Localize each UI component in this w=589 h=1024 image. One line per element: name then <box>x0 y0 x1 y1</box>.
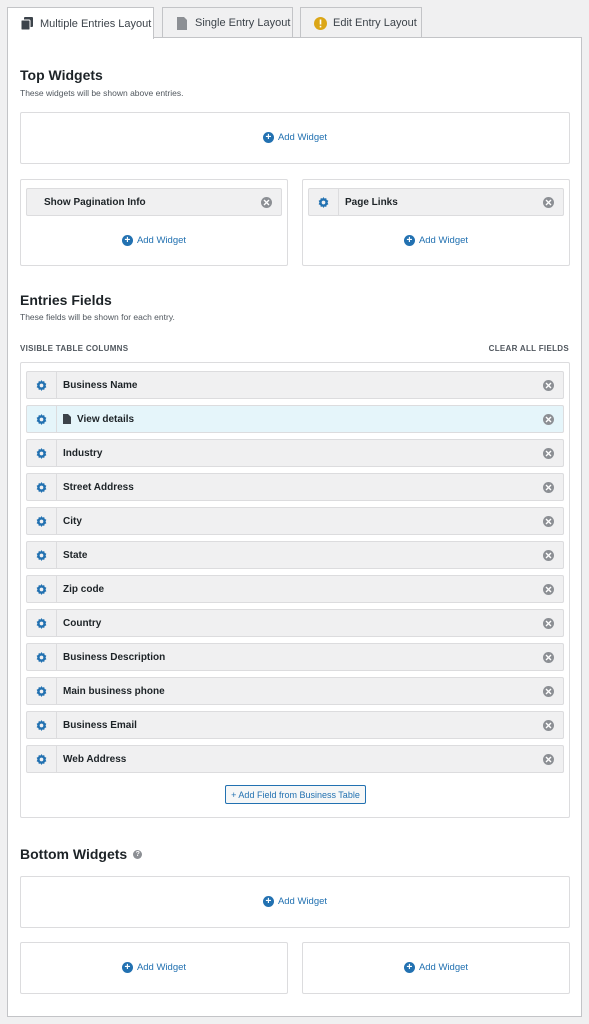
remove-icon[interactable] <box>543 652 554 663</box>
top-widgets-title: Top Widgets <box>20 67 103 83</box>
tab-multiple-entries-layout[interactable]: Multiple Entries Layout <box>7 7 154 39</box>
entries-fields-title: Entries Fields <box>20 292 112 308</box>
tab-label: Edit Entry Layout <box>333 17 417 29</box>
gear-icon[interactable] <box>27 406 57 432</box>
field-row[interactable]: State <box>26 541 564 569</box>
plus-circle-icon: + <box>262 896 274 907</box>
warning-icon <box>313 16 327 30</box>
gear-icon[interactable] <box>27 508 57 534</box>
document-icon <box>63 414 77 424</box>
gear-icon[interactable] <box>27 746 57 772</box>
gear-icon[interactable] <box>27 440 57 466</box>
field-row[interactable]: Business Email <box>26 711 564 739</box>
remove-icon[interactable] <box>543 380 554 391</box>
field-label: View details <box>57 414 563 425</box>
entries-fields-subtitle: These fields will be shown for each entr… <box>20 312 175 322</box>
gear-icon[interactable] <box>27 372 57 398</box>
clear-all-fields-link[interactable]: CLEAR ALL FIELDS <box>489 344 569 353</box>
field-label: Street Address <box>63 481 134 493</box>
tab-label: Multiple Entries Layout <box>40 17 152 30</box>
bottom-widget-area-full: + Add Widget <box>20 876 570 928</box>
add-widget-button[interactable]: + Add Widget <box>21 132 569 143</box>
top-widget-area-left: Show Pagination Info + Add Widget <box>20 179 288 266</box>
field-row[interactable]: Business Description <box>26 643 564 671</box>
gear-icon[interactable] <box>27 542 57 568</box>
remove-icon[interactable] <box>543 754 554 765</box>
field-label: Business Description <box>63 651 166 663</box>
gear-icon[interactable] <box>27 474 57 500</box>
plus-circle-icon: + <box>262 132 274 143</box>
field-row[interactable]: Web Address <box>26 745 564 773</box>
field-row[interactable]: Country <box>26 609 564 637</box>
layout-tabs: Multiple Entries Layout Single Entry Lay… <box>7 7 582 39</box>
field-label: State <box>63 549 88 561</box>
add-widget-button[interactable]: + Add Widget <box>303 235 569 246</box>
plus-circle-icon: + <box>121 962 133 973</box>
bottom-widgets-title: Bottom Widgets? <box>20 846 143 862</box>
remove-icon[interactable] <box>261 197 272 208</box>
gear-icon[interactable] <box>27 610 57 636</box>
add-widget-button[interactable]: + Add Widget <box>21 962 287 973</box>
add-widget-button[interactable]: + Add Widget <box>303 962 569 973</box>
gear-icon[interactable] <box>27 644 57 670</box>
field-label: Main business phone <box>63 685 165 697</box>
remove-icon[interactable] <box>543 618 554 629</box>
bottom-widget-area-left: + Add Widget <box>20 942 288 994</box>
plus-circle-icon: + <box>403 235 415 246</box>
field-row[interactable]: Main business phone <box>26 677 564 705</box>
remove-icon[interactable] <box>543 448 554 459</box>
remove-icon[interactable] <box>543 584 554 595</box>
field-label: Business Email <box>63 719 137 731</box>
document-icon <box>175 16 189 30</box>
remove-icon[interactable] <box>543 720 554 731</box>
remove-icon[interactable] <box>543 414 554 425</box>
gear-icon[interactable] <box>309 189 339 215</box>
tab-edit-entry-layout[interactable]: Edit Entry Layout <box>300 7 422 38</box>
field-label: Web Address <box>63 753 127 765</box>
visible-table-columns-label: VISIBLE TABLE COLUMNS <box>20 344 129 353</box>
widget-show-pagination-info[interactable]: Show Pagination Info <box>26 188 282 216</box>
entries-fields-area: Business Name View details Industry Street … <box>20 362 570 818</box>
gear-icon[interactable] <box>27 712 57 738</box>
bottom-widget-area-right: + Add Widget <box>302 942 570 994</box>
copy-icon <box>20 17 34 31</box>
field-label: Business Name <box>63 379 138 391</box>
field-row[interactable]: City <box>26 507 564 535</box>
remove-icon[interactable] <box>543 686 554 697</box>
field-label: City <box>63 515 82 527</box>
field-row[interactable]: Street Address <box>26 473 564 501</box>
top-widget-area-right: Page Links + Add Widget <box>302 179 570 266</box>
remove-icon[interactable] <box>543 516 554 527</box>
top-widgets-subtitle: These widgets will be shown above entrie… <box>20 88 184 98</box>
tab-single-entry-layout[interactable]: Single Entry Layout <box>162 7 293 38</box>
field-label: Industry <box>63 447 103 459</box>
add-widget-button[interactable]: + Add Widget <box>21 896 569 907</box>
plus-circle-icon: + <box>121 235 133 246</box>
gear-icon[interactable] <box>27 678 57 704</box>
remove-icon[interactable] <box>543 550 554 561</box>
widget-page-links[interactable]: Page Links <box>308 188 564 216</box>
remove-icon[interactable] <box>543 197 554 208</box>
field-row[interactable]: Zip code <box>26 575 564 603</box>
remove-icon[interactable] <box>543 482 554 493</box>
tab-label: Single Entry Layout <box>195 17 291 29</box>
add-field-button[interactable]: + Add Field from Business Table <box>225 785 366 804</box>
top-widget-area-full: + Add Widget <box>20 112 570 164</box>
add-widget-button[interactable]: + Add Widget <box>21 235 287 246</box>
help-icon[interactable]: ? <box>133 849 143 859</box>
field-label: Country <box>63 617 102 629</box>
plus-circle-icon: + <box>403 962 415 973</box>
layout-panel: Top Widgets These widgets will be shown … <box>7 37 582 1017</box>
gear-icon[interactable] <box>27 576 57 602</box>
field-row[interactable]: Industry <box>26 439 564 467</box>
field-label: Zip code <box>63 583 105 595</box>
field-row[interactable]: View details <box>26 405 564 433</box>
field-row[interactable]: Business Name <box>26 371 564 399</box>
